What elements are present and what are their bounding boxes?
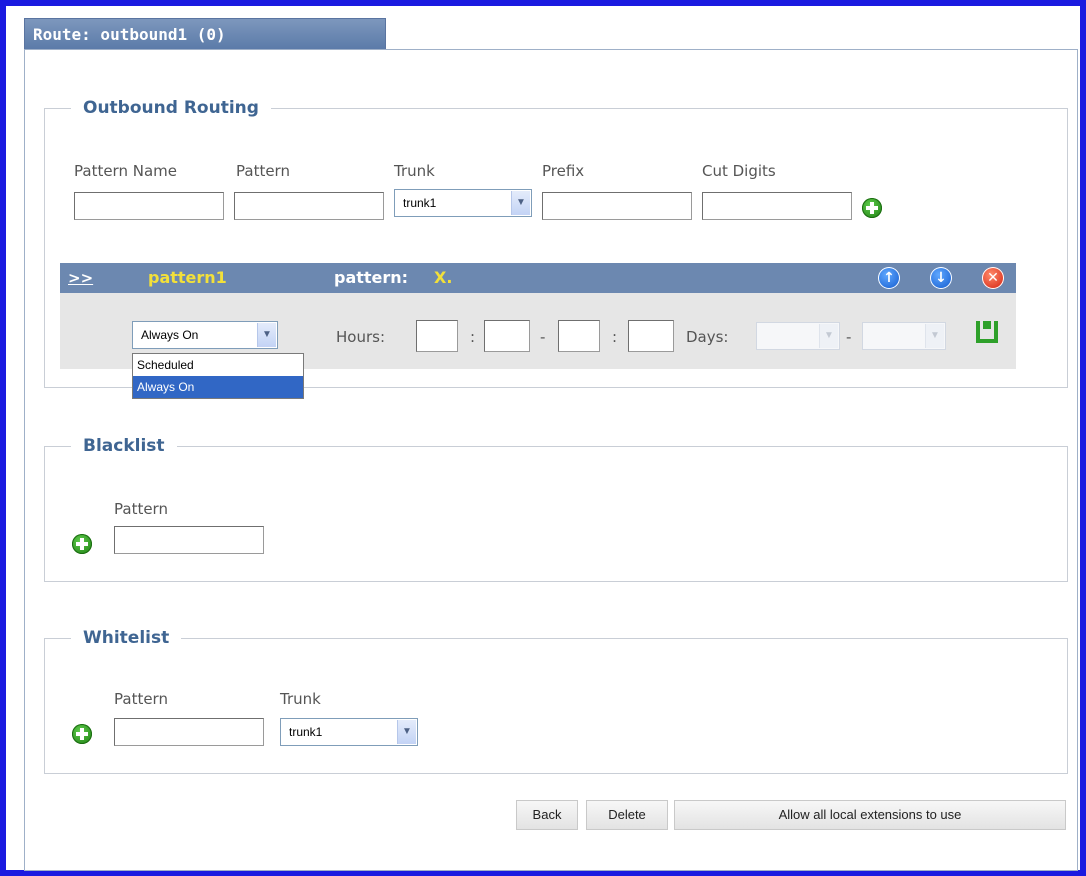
add-pattern-icon[interactable] [862,198,882,218]
pattern-input[interactable] [234,192,384,220]
pattern-name-label: Pattern Name [74,162,177,180]
whitelist-trunk-label: Trunk [280,690,321,708]
schedule-dropdown-list: Scheduled Always On [132,353,304,399]
pattern-row-pattern-label: pattern: [334,268,409,287]
schedule-select[interactable]: Always On ▼ [132,321,278,349]
remove-pattern-icon[interactable]: ✕ [982,267,1004,289]
hours-start-hour-input[interactable] [416,320,458,352]
days-end-select[interactable]: ▼ [862,322,946,350]
chevron-down-icon: ▼ [397,720,416,744]
hours-colon-1: : [470,328,476,346]
hours-label: Hours: [336,328,385,346]
whitelist-trunk-value: trunk1 [289,725,323,739]
chevron-down-icon: ▼ [257,323,276,347]
cut-digits-label: Cut Digits [702,162,776,180]
whitelist-trunk-select[interactable]: trunk1 ▼ [280,718,418,746]
whitelist-pattern-input[interactable] [114,718,264,746]
save-pattern-icon[interactable] [976,321,998,343]
pattern-name-input[interactable] [74,192,224,220]
days-dash: - [846,328,852,346]
whitelist-legend: Whitelist [83,628,170,648]
back-button[interactable]: Back [516,800,578,830]
pattern-row-header: >> pattern1 pattern: X. ↑ ↓ ✕ [60,263,1016,293]
schedule-select-value: Always On [141,328,199,342]
chevron-down-icon: ▼ [819,324,838,348]
delete-button[interactable]: Delete [586,800,668,830]
blacklist-pattern-label: Pattern [114,500,168,518]
prefix-input[interactable] [542,192,692,220]
schedule-option-scheduled[interactable]: Scheduled [133,354,303,376]
pattern-label: Pattern [236,162,290,180]
whitelist-pattern-label: Pattern [114,690,168,708]
pattern-row-name: pattern1 [148,268,227,287]
outbound-routing-legend: Outbound Routing [83,98,259,118]
chevron-down-icon: ▼ [511,191,530,215]
hours-start-minute-input[interactable] [484,320,530,352]
hours-colon-2: : [612,328,618,346]
cut-digits-input[interactable] [702,192,852,220]
trunk-select[interactable]: trunk1 ▼ [394,189,532,217]
expand-toggle[interactable]: >> [68,269,93,287]
route-tab[interactable]: Route: outbound1 (0) [24,18,386,50]
add-whitelist-icon[interactable] [72,724,92,744]
add-blacklist-icon[interactable] [72,534,92,554]
page: Route: outbound1 (0) Outbound Routing Pa… [6,6,1080,871]
trunk-select-value: trunk1 [403,196,437,210]
move-down-icon[interactable]: ↓ [930,267,952,289]
hours-end-minute-input[interactable] [628,320,674,352]
days-label: Days: [686,328,729,346]
blacklist-pattern-input[interactable] [114,526,264,554]
hours-dash: - [540,328,546,346]
blacklist-legend: Blacklist [83,436,165,456]
allow-all-extensions-button[interactable]: Allow all local extensions to use [674,800,1066,830]
blacklist-group: Blacklist [44,436,1068,582]
whitelist-group: Whitelist [44,628,1068,774]
schedule-option-always-on[interactable]: Always On [133,376,303,398]
hours-end-hour-input[interactable] [558,320,600,352]
prefix-label: Prefix [542,162,585,180]
days-start-select[interactable]: ▼ [756,322,840,350]
chevron-down-icon: ▼ [925,324,944,348]
pattern-row-pattern-value: X. [434,268,453,287]
trunk-label: Trunk [394,162,435,180]
move-up-icon[interactable]: ↑ [878,267,900,289]
